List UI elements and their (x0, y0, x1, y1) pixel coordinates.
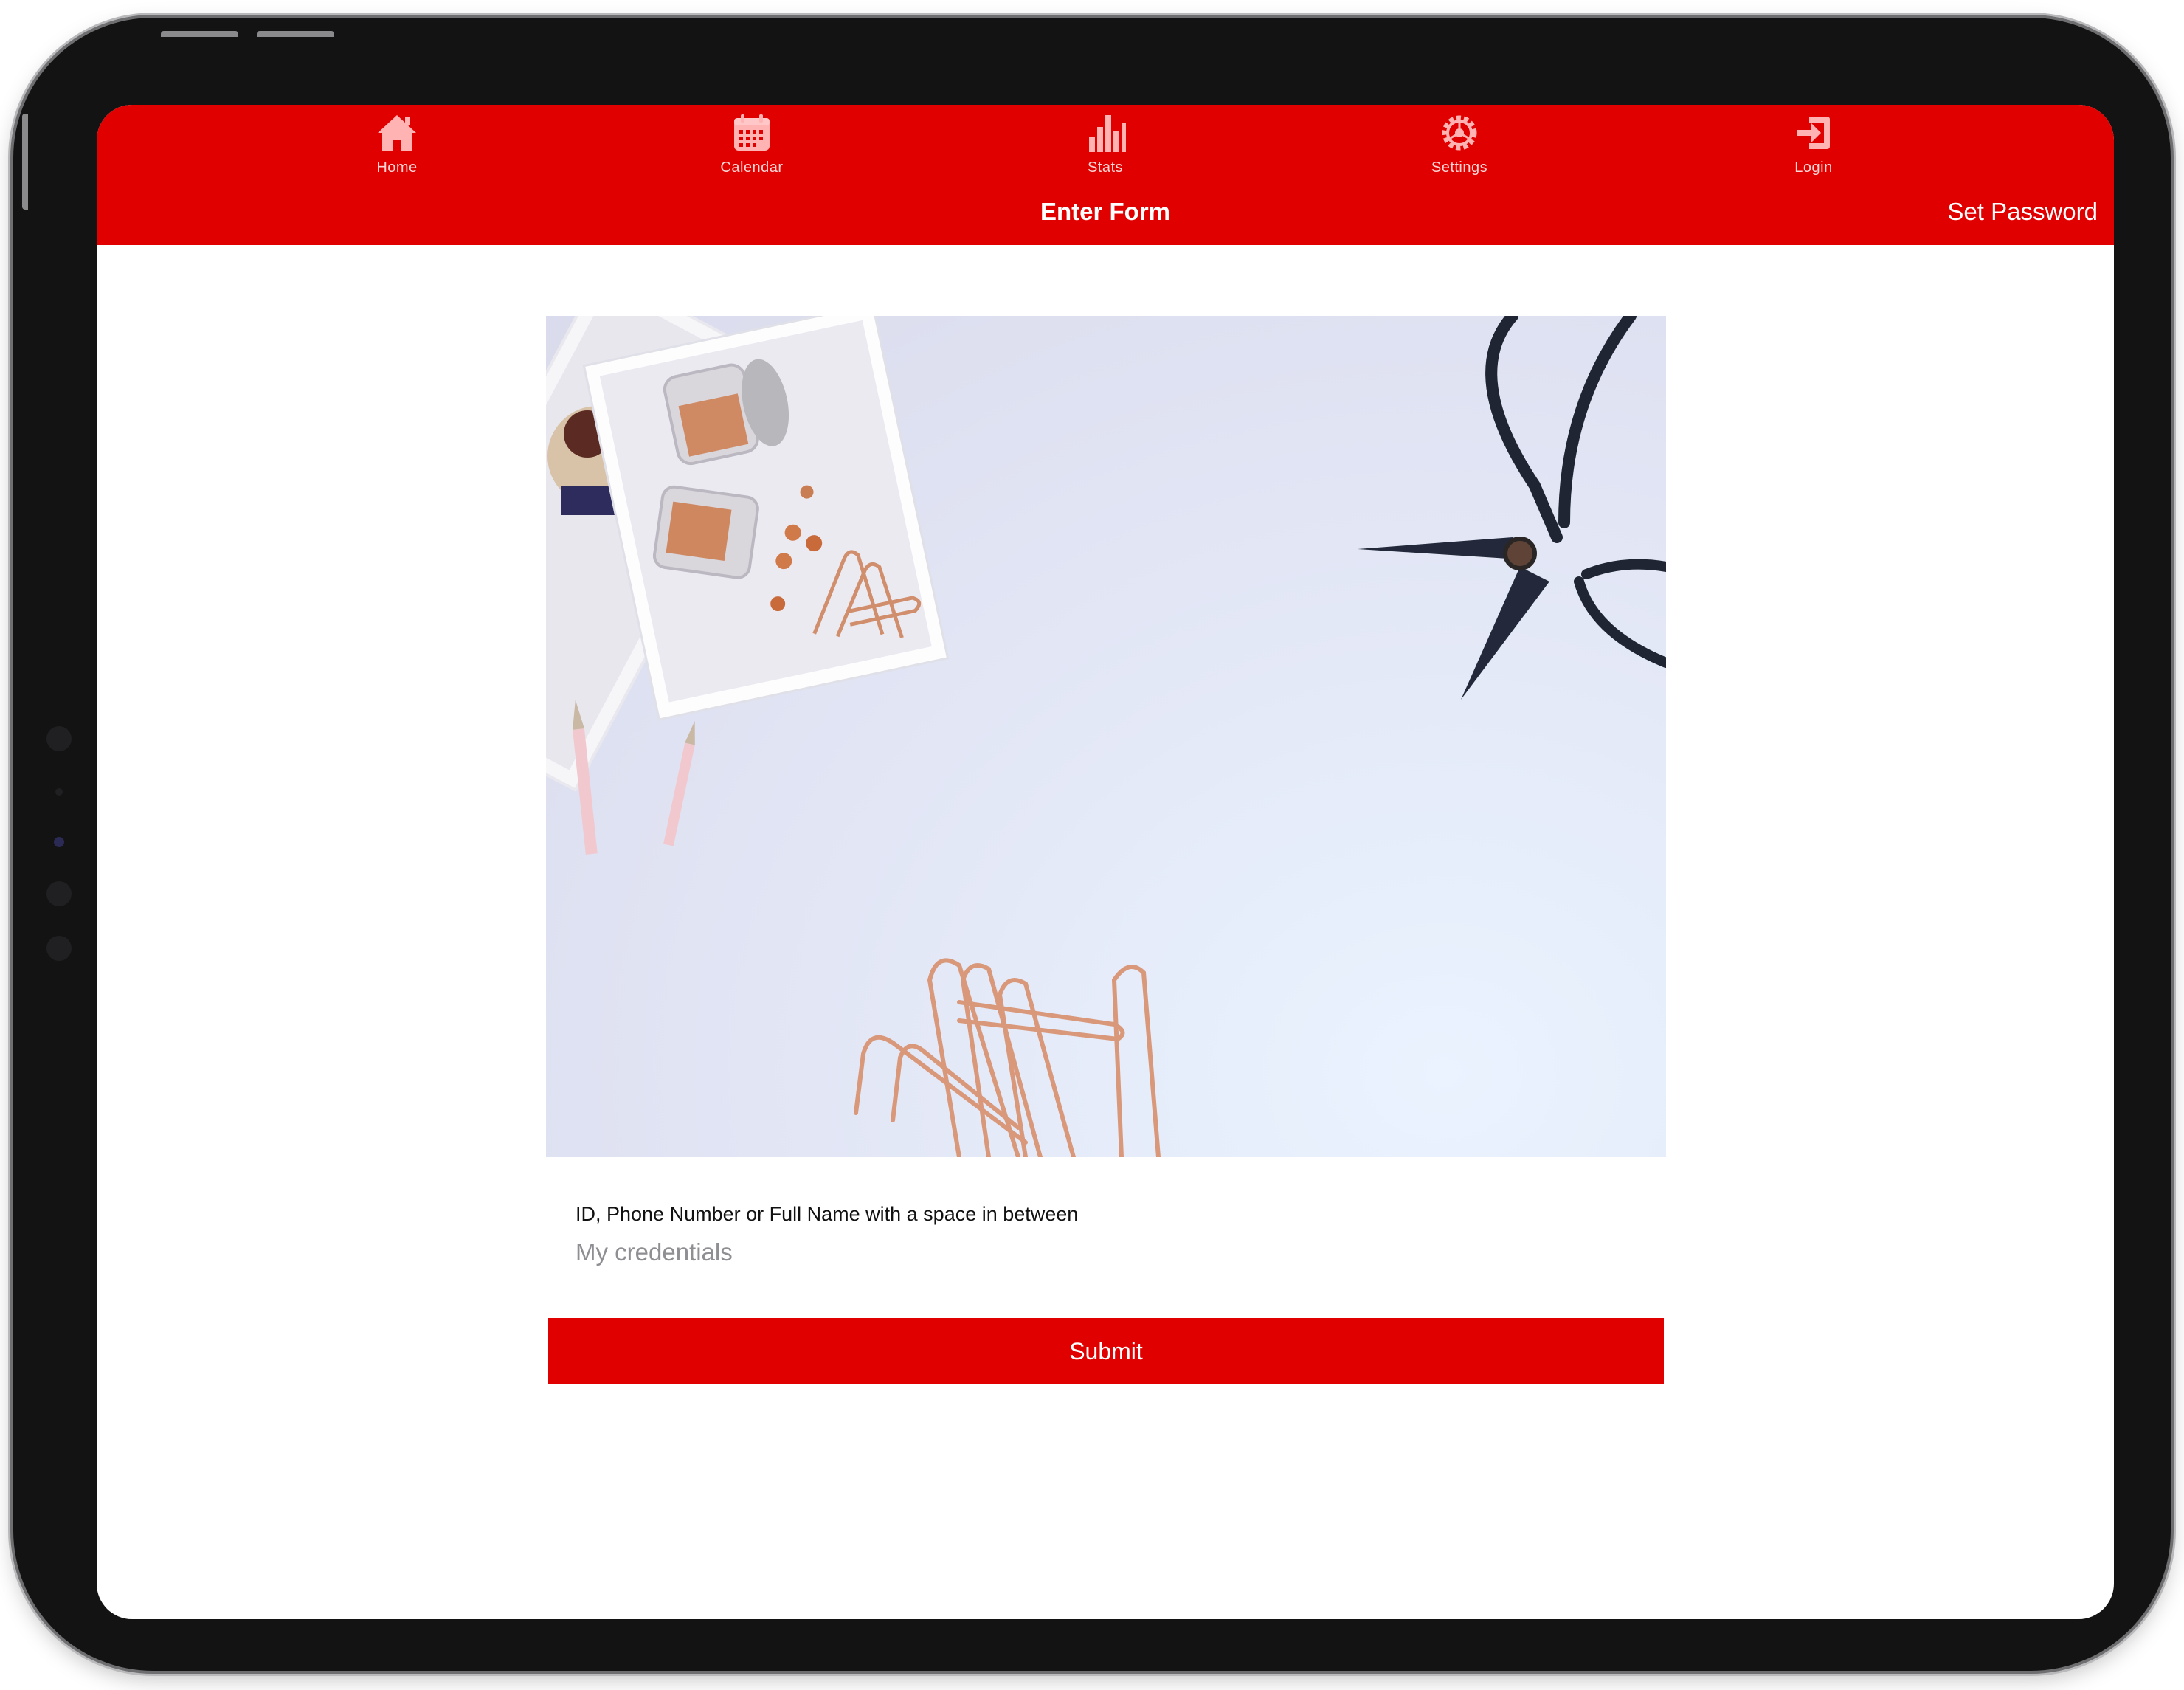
tab-label: Home (376, 159, 418, 176)
tab-label: Stats (1087, 159, 1124, 176)
credentials-input[interactable] (576, 1234, 1638, 1271)
hero-image (546, 316, 1666, 1157)
tab-label: Settings (1431, 159, 1488, 176)
stats-icon (1083, 111, 1127, 155)
tab-login[interactable]: Login (1740, 111, 1887, 176)
app-screen: Home Calendar Stats Settings Login Enter… (97, 105, 2114, 1619)
home-icon (375, 111, 419, 155)
settings-icon (1437, 111, 1482, 155)
app-header: Home Calendar Stats Settings Login Enter… (97, 105, 2114, 245)
tab-label: Calendar (720, 159, 784, 176)
hardware-button (161, 31, 238, 37)
sensor (46, 726, 72, 751)
set-password-button[interactable]: Set Password (1947, 198, 2098, 226)
camera (54, 837, 64, 847)
ipad-frame: Home Calendar Stats Settings Login Enter… (13, 18, 2171, 1671)
login-icon (1791, 111, 1836, 155)
credentials-label: ID, Phone Number or Full Name with a spa… (576, 1203, 1079, 1225)
calendar-icon (730, 111, 774, 155)
tab-settings[interactable]: Settings (1386, 111, 1533, 176)
tab-label: Login (1794, 159, 1833, 176)
hardware-button (257, 31, 334, 37)
tab-stats[interactable]: Stats (1031, 111, 1179, 176)
sensor (46, 936, 72, 961)
tab-calendar[interactable]: Calendar (678, 111, 826, 176)
sensor (46, 881, 72, 906)
page-title: Enter Form (1040, 198, 1171, 225)
submit-button[interactable]: Submit (548, 1318, 1664, 1384)
hardware-button (22, 114, 28, 210)
tab-bar: Home Calendar Stats Settings Login (97, 105, 2114, 193)
tab-home[interactable]: Home (323, 111, 471, 176)
sensor (55, 788, 63, 796)
